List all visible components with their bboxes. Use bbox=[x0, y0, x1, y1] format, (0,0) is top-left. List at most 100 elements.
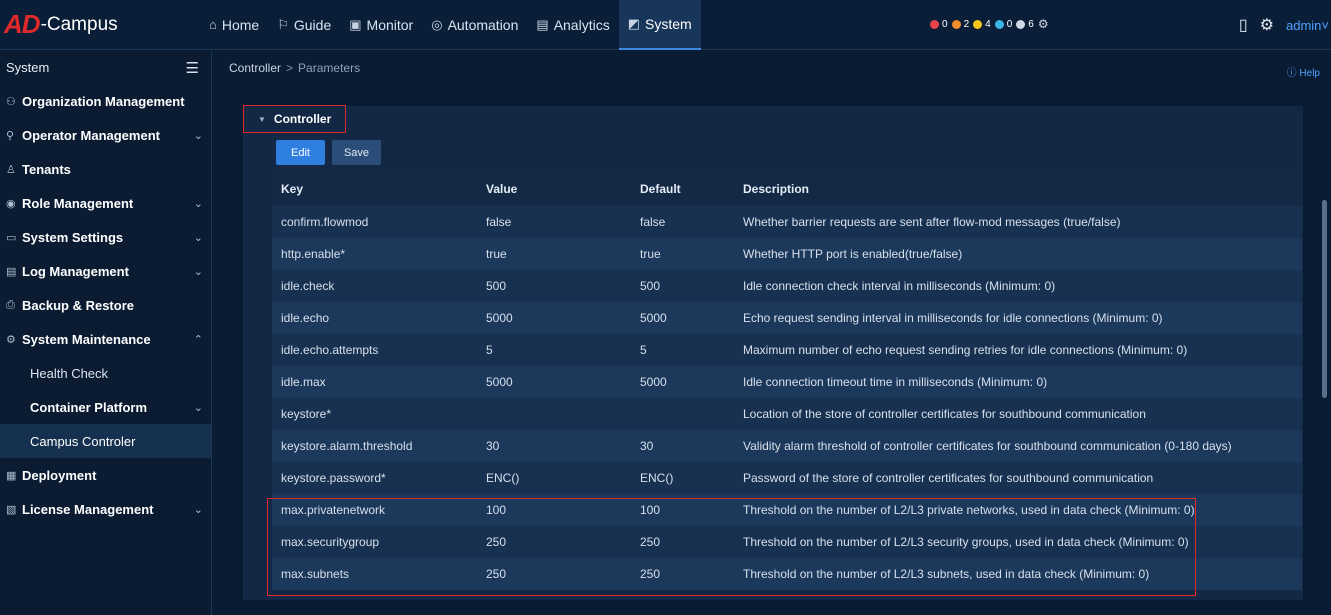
analytics-icon: ▤ bbox=[536, 16, 549, 32]
alarm-count: 0 bbox=[1006, 18, 1013, 30]
alarm-settings-icon[interactable]: ⚙ bbox=[1038, 17, 1049, 31]
top-bar: AD -Campus ⌂ Home ⚐ Guide ▣ Monitor ◎ Au… bbox=[0, 0, 1331, 50]
sidebar-item-system-settings[interactable]: ▭ System Settings ⌄ bbox=[0, 220, 211, 254]
sidebar-item-role-management[interactable]: ◉ Role Management ⌄ bbox=[0, 186, 211, 220]
sidebar-item-log-management[interactable]: ▤ Log Management ⌄ bbox=[0, 254, 211, 288]
cell-description: Password of the store of controller cert… bbox=[734, 462, 1302, 494]
cell-default bbox=[631, 398, 734, 430]
system-icon: ◩ bbox=[627, 15, 641, 31]
section-controller-header[interactable]: ▼ Controller bbox=[243, 105, 346, 133]
edit-button[interactable]: Edit bbox=[276, 140, 325, 165]
cell-description: Whether barrier requests are sent after … bbox=[734, 206, 1302, 238]
alarm-warning[interactable]: 0 bbox=[994, 18, 1013, 30]
alarm-critical[interactable]: 0 bbox=[930, 19, 948, 30]
gear-icon[interactable]: ⚙ bbox=[1260, 15, 1274, 35]
nav-analytics[interactable]: ▤ Analytics bbox=[527, 0, 618, 50]
sidebar: System ☰ ⚇ Organization Management ⚲ Opera… bbox=[0, 51, 212, 615]
nav-automation[interactable]: ◎ Automation bbox=[422, 0, 527, 50]
table-row[interactable]: keystore* Location of the store of contr… bbox=[272, 398, 1302, 430]
top-right-tools: ▯ ⚙ admin˅ bbox=[1239, 0, 1331, 50]
chevron-up-icon: ⌃ bbox=[193, 333, 203, 346]
cell-value: 5000 bbox=[477, 366, 631, 398]
cell-key: confirm.flowmod bbox=[272, 206, 477, 238]
table-row[interactable]: keystore.alarm.threshold 30 30 Validity … bbox=[272, 430, 1302, 462]
sidebar-item-label: System Settings bbox=[22, 229, 124, 245]
user-menu[interactable]: admin˅ bbox=[1286, 18, 1329, 33]
sidebar-item-deployment[interactable]: ▦ Deployment bbox=[0, 458, 211, 492]
breadcrumb: Controller > Parameters bbox=[229, 61, 360, 75]
column-header-description: Description bbox=[734, 172, 1302, 206]
cell-value: 5000 bbox=[477, 302, 631, 334]
alarm-info[interactable]: 6 bbox=[1016, 19, 1034, 30]
cell-value: 5 bbox=[477, 334, 631, 366]
monitor-icon: ▣ bbox=[349, 16, 362, 32]
sidebar-subitem-health-check[interactable]: Health Check bbox=[0, 356, 211, 390]
cell-default: 100 bbox=[631, 494, 734, 526]
cell-key: keystore.password* bbox=[272, 462, 477, 494]
sidebar-subitem-label: Container Platform bbox=[30, 399, 148, 415]
table-row[interactable]: idle.echo 5000 5000 Echo request sending… bbox=[272, 302, 1302, 334]
cell-description: Maximum number of echo request sending r… bbox=[734, 334, 1302, 366]
collapse-menu-icon[interactable]: ☰ bbox=[186, 59, 199, 77]
alarm-major[interactable]: 2 bbox=[951, 19, 969, 30]
column-header-default: Default bbox=[631, 172, 734, 206]
deployment-icon: ▦ bbox=[6, 469, 17, 482]
document-icon[interactable]: ▯ bbox=[1239, 15, 1248, 35]
table-row[interactable]: idle.check 500 500 Idle connection check… bbox=[272, 270, 1302, 302]
nav-label: System bbox=[645, 15, 692, 32]
cell-description: Echo request sending interval in millise… bbox=[734, 302, 1302, 334]
cell-default: 500 bbox=[631, 270, 734, 302]
table-row[interactable]: max.securitygroup 250 250 Threshold on t… bbox=[272, 526, 1302, 558]
sidebar-item-label: License Management bbox=[22, 501, 154, 517]
table-row[interactable]: http.enable* true true Whether HTTP port… bbox=[272, 238, 1302, 270]
sidebar-item-operator-management[interactable]: ⚲ Operator Management ⌄ bbox=[0, 118, 211, 152]
cell-default: 250 bbox=[631, 558, 734, 590]
cell-value: 250 bbox=[477, 526, 631, 558]
nav-guide[interactable]: ⚐ Guide bbox=[268, 0, 340, 50]
sidebar-item-label: Role Management bbox=[22, 195, 134, 211]
user-name: admin bbox=[1285, 17, 1322, 33]
chevron-down-icon: ⌄ bbox=[193, 503, 203, 516]
alarm-summary[interactable]: 0 2 4 0 6 ⚙ bbox=[930, 17, 1049, 31]
sidebar-item-tenants[interactable]: ♙ Tenants bbox=[0, 152, 211, 186]
nav-monitor[interactable]: ▣ Monitor bbox=[340, 0, 422, 50]
table-row[interactable]: max.subnets 250 250 Threshold on the num… bbox=[272, 558, 1302, 590]
cell-description: Threshold on the number of L2/L3 private… bbox=[734, 494, 1302, 526]
major-alarm-icon bbox=[951, 19, 961, 29]
sidebar-item-label: Deployment bbox=[22, 467, 97, 483]
breadcrumb-separator: > bbox=[286, 61, 294, 75]
sidebar-item-system-maintenance[interactable]: ⚙ System Maintenance ⌃ bbox=[0, 322, 211, 356]
parameters-table: Key Value Default Description confirm.fl… bbox=[272, 172, 1302, 590]
save-button[interactable]: Save bbox=[332, 140, 381, 165]
alarm-minor[interactable]: 4 bbox=[973, 19, 991, 30]
nav-home[interactable]: ⌂ Home bbox=[200, 0, 268, 50]
info-alarm-icon bbox=[1016, 19, 1026, 29]
table-row[interactable]: idle.max 5000 5000 Idle connection timeo… bbox=[272, 366, 1302, 398]
help-link[interactable]: ⓘ Help bbox=[1287, 64, 1320, 79]
sidebar-subitem-label: Health Check bbox=[30, 365, 109, 381]
sidebar-item-backup-restore[interactable]: ⎙ Backup & Restore bbox=[0, 288, 211, 322]
chevron-down-icon: ⌄ bbox=[193, 401, 203, 414]
nav-label: Automation bbox=[447, 16, 519, 33]
table-row[interactable]: keystore.password* ENC() ENC() Password … bbox=[272, 462, 1302, 494]
logo: AD -Campus bbox=[0, 0, 200, 50]
chevron-down-icon: ⌄ bbox=[193, 197, 203, 210]
cell-value: ENC() bbox=[477, 462, 631, 494]
table-row[interactable]: max.privatenetwork 100 100 Threshold on … bbox=[272, 494, 1302, 526]
sidebar-subitem-container-platform[interactable]: Container Platform ⌄ bbox=[0, 390, 211, 424]
breadcrumb-parent[interactable]: Controller bbox=[229, 61, 281, 75]
table-row[interactable]: idle.echo.attempts 5 5 Maximum number of… bbox=[272, 334, 1302, 366]
table-row[interactable]: confirm.flowmod false false Whether barr… bbox=[272, 206, 1302, 238]
automation-icon: ◎ bbox=[431, 16, 443, 32]
nav-system[interactable]: ◩ System bbox=[618, 0, 701, 50]
sidebar-subitem-campus-controler[interactable]: Campus Controler bbox=[0, 424, 211, 458]
vertical-scrollbar[interactable] bbox=[1322, 200, 1327, 398]
nav-label: Analytics bbox=[553, 16, 610, 33]
cell-description: Validity alarm threshold of controller c… bbox=[734, 430, 1302, 462]
alarm-count: 6 bbox=[1028, 18, 1034, 30]
cell-value: 30 bbox=[477, 430, 631, 462]
sidebar-item-organization-management[interactable]: ⚇ Organization Management bbox=[0, 84, 211, 118]
main-nav: ⌂ Home ⚐ Guide ▣ Monitor ◎ Automation ▤ … bbox=[200, 0, 701, 50]
sidebar-item-license-management[interactable]: ▧ License Management ⌄ bbox=[0, 492, 211, 526]
monitor-icon: ▭ bbox=[6, 231, 17, 244]
